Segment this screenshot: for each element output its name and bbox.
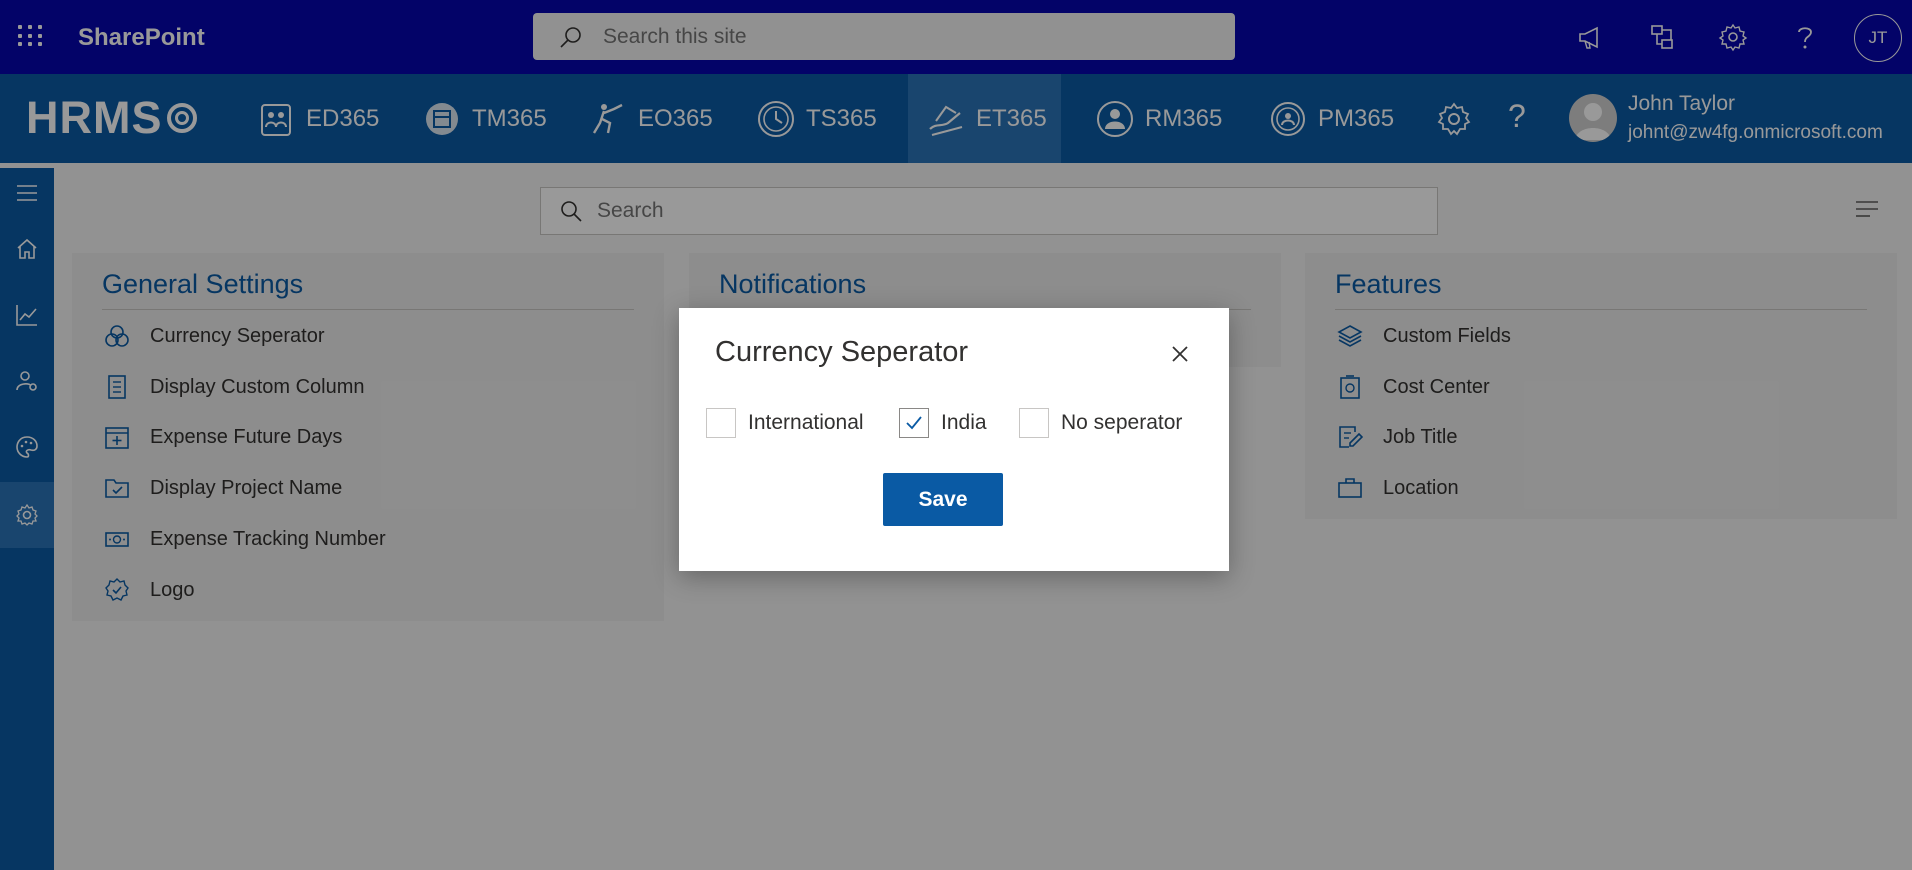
- option-label: No seperator: [1061, 411, 1183, 434]
- option-no-seperator[interactable]: No seperator: [1019, 408, 1182, 438]
- save-button[interactable]: Save: [883, 473, 1003, 526]
- option-label: India: [941, 411, 987, 434]
- option-international[interactable]: International: [706, 408, 864, 438]
- international-checkbox[interactable]: [706, 408, 736, 438]
- no-seperator-checkbox[interactable]: [1019, 408, 1049, 438]
- india-checkbox[interactable]: [899, 408, 929, 438]
- currency-seperator-dialog: Currency Seperator International India N…: [679, 308, 1229, 571]
- dialog-title: Currency Seperator: [715, 336, 969, 368]
- checkmark-icon: [906, 416, 922, 430]
- close-icon[interactable]: [1168, 342, 1192, 366]
- option-label: International: [748, 411, 864, 434]
- option-india[interactable]: India: [899, 408, 987, 438]
